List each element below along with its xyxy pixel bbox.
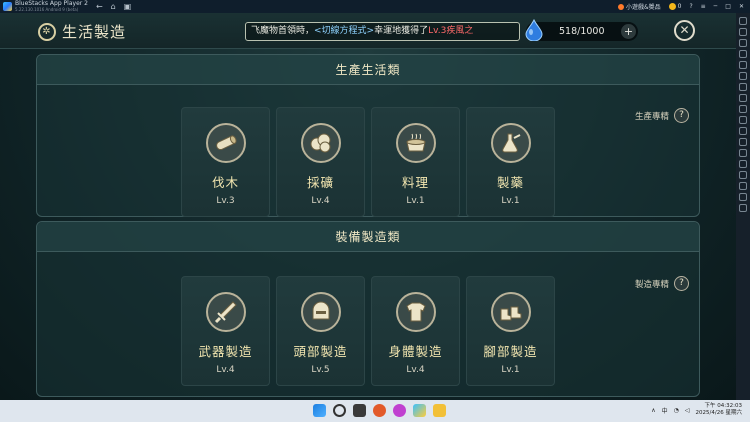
craft-card-logging[interactable]: 伐木 Lv.3: [181, 107, 270, 217]
menu-window-button[interactable]: ≡: [701, 3, 706, 10]
app-name-block: BlueStacks App Player 2 5.22.130.1016 An…: [15, 0, 88, 13]
help-window-button[interactable]: ?: [689, 3, 692, 10]
equipment-cards: 武器製造 Lv.4 頭部製造 Lv.5 身體製造 Lv.4 腳部製造 Lv.1: [181, 276, 555, 386]
task-view-icon[interactable]: [353, 404, 366, 417]
app-name: BlueStacks App Player 2: [15, 0, 88, 7]
boots-icon: [491, 292, 531, 332]
equipment-proficiency[interactable]: 製造專精 ?: [635, 276, 689, 291]
search-icon[interactable]: [333, 404, 346, 417]
sidebar-location-icon[interactable]: [739, 116, 747, 124]
sidebar-volume-icon[interactable]: [739, 28, 747, 36]
page-title-block: ✲ 生活製造: [38, 21, 126, 42]
sidebar-fullscreen-icon[interactable]: [739, 17, 747, 25]
energy-value: 518/1000: [559, 26, 605, 37]
windows-taskbar: ∧ 中 ◔ ◁ 下午 04:32:03 2025/4/26 星期六: [0, 400, 750, 422]
sidebar-apk-icon[interactable]: [739, 149, 747, 157]
helmet-icon: [301, 292, 341, 332]
sword-icon: [206, 292, 246, 332]
minimize-window-button[interactable]: ─: [714, 3, 718, 10]
production-cards: 伐木 Lv.3 採礦 Lv.4 料理 Lv.1 製藥 Lv.1: [181, 107, 555, 217]
craft-card-mining[interactable]: 採礦 Lv.4: [276, 107, 365, 217]
emulator-titlebar: BlueStacks App Player 2 5.22.130.1016 An…: [0, 0, 750, 13]
sidebar-home-icon[interactable]: [739, 204, 747, 212]
chat-app-icon[interactable]: [393, 404, 406, 417]
energy-counter: 518/1000 +: [525, 19, 638, 41]
sidebar-keyboard-icon[interactable]: [739, 39, 747, 47]
sidebar-macro-icon[interactable]: [739, 72, 747, 80]
titlebar-right: 小遊戲&獎品 0 ? ≡ ─ □ ✕: [617, 2, 750, 11]
emulator-sidebar: [736, 13, 750, 400]
browser-icon[interactable]: [373, 404, 386, 417]
bluestacks-logo-icon: [3, 2, 12, 11]
home-icon[interactable]: ⌂: [111, 2, 116, 11]
craft-card-feet[interactable]: 腳部製造 Lv.1: [466, 276, 555, 386]
game-header: ✲ 生活製造 飞魔物首領時，<切線方程式>幸運地獲得了Lv.3疾風之 518/1…: [0, 13, 736, 49]
craft-card-alchemy[interactable]: 製藥 Lv.1: [466, 107, 555, 217]
coin-counter[interactable]: 0: [668, 3, 681, 10]
back-icon[interactable]: ←: [96, 2, 103, 11]
sidebar-screenshot-icon[interactable]: [739, 94, 747, 102]
equipment-help-icon[interactable]: ?: [674, 276, 689, 291]
system-tray: ∧ 中 ◔ ◁ 下午 04:32:03 2025/4/26 星期六: [651, 403, 742, 417]
craft-card-cooking[interactable]: 料理 Lv.1: [371, 107, 460, 217]
production-help-icon[interactable]: ?: [674, 108, 689, 123]
sidebar-folder-icon[interactable]: [739, 160, 747, 168]
sidebar-rotate-icon[interactable]: [739, 138, 747, 146]
craft-card-head[interactable]: 頭部製造 Lv.5: [276, 276, 365, 386]
sidebar-gamepad-icon[interactable]: [739, 50, 747, 58]
maximize-window-button[interactable]: □: [725, 3, 731, 10]
coin-icon: [668, 3, 676, 10]
bluestacks-taskbar-icon[interactable]: [413, 404, 426, 417]
potion-flask-icon: [491, 123, 531, 163]
windows-start-icon[interactable]: [313, 404, 326, 417]
sidebar-multi-instance-icon[interactable]: [739, 83, 747, 91]
tray-chevron-icon[interactable]: ∧: [651, 407, 655, 414]
ime-indicator[interactable]: 中: [662, 406, 668, 415]
cooking-pot-icon: [396, 123, 436, 163]
wifi-icon[interactable]: ◔: [674, 407, 679, 414]
energy-drop-icon: [525, 19, 543, 41]
production-section-title: 生產生活類: [37, 55, 699, 85]
app-version: 5.22.130.1016 Android 9 (beta): [15, 6, 79, 12]
game-viewport: ✲ 生活製造 飞魔物首領時，<切線方程式>幸運地獲得了Lv.3疾風之 518/1…: [0, 13, 736, 400]
crafting-emblem-icon: ✲: [38, 22, 56, 41]
equipment-section-title: 裝備製造類: [37, 222, 699, 252]
add-energy-button[interactable]: +: [621, 24, 636, 39]
taskbar-apps: [313, 404, 446, 417]
sidebar-back-icon[interactable]: [739, 193, 747, 201]
announcement-marquee: 飞魔物首領時，<切線方程式>幸運地獲得了Lv.3疾風之: [245, 22, 520, 41]
file-explorer-icon[interactable]: [433, 404, 446, 417]
log-icon: [206, 123, 246, 163]
close-button[interactable]: ✕: [674, 20, 695, 41]
sidebar-camera-icon[interactable]: [739, 105, 747, 113]
ore-icon: [301, 123, 341, 163]
sidebar-record-icon[interactable]: [739, 61, 747, 69]
equipment-section: 裝備製造類 製造專精 ? 武器製造 Lv.4 頭部製造 Lv.5 身體製造 Lv…: [36, 221, 700, 397]
craft-card-body[interactable]: 身體製造 Lv.4: [371, 276, 460, 386]
craft-card-weapon[interactable]: 武器製造 Lv.4: [181, 276, 270, 386]
taskbar-clock[interactable]: 下午 04:32:03 2025/4/26 星期六: [696, 403, 742, 417]
armor-icon: [396, 292, 436, 332]
close-window-button[interactable]: ✕: [739, 3, 744, 10]
production-proficiency[interactable]: 生產專精 ?: [635, 108, 689, 123]
promo-link[interactable]: 小遊戲&獎品: [617, 2, 661, 11]
tabs-icon[interactable]: ▣: [124, 2, 132, 11]
sidebar-shake-icon[interactable]: [739, 127, 747, 135]
sidebar-settings-icon[interactable]: [739, 182, 747, 190]
sidebar-eco-icon[interactable]: [739, 171, 747, 179]
gift-icon: [617, 3, 624, 10]
production-section: 生產生活類 生產專精 ? 伐木 Lv.3 採礦 Lv.4 料理 Lv.1 製藥 …: [36, 54, 700, 217]
speaker-icon[interactable]: ◁: [685, 407, 690, 414]
page-title: 生活製造: [62, 23, 127, 41]
